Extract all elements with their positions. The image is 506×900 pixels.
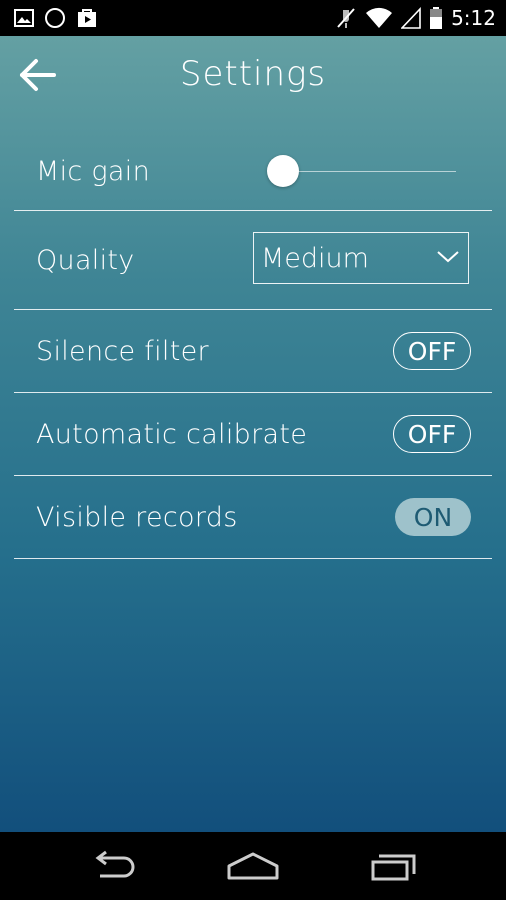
battery-icon bbox=[430, 7, 443, 29]
visible-records-label: Visible records bbox=[36, 501, 238, 533]
mic-gain-slider[interactable] bbox=[256, 132, 456, 210]
home-nav-icon[interactable] bbox=[226, 850, 280, 882]
mute-icon bbox=[337, 8, 355, 28]
mic-gain-row: Mic gain bbox=[14, 132, 492, 211]
automatic-calibrate-toggle[interactable]: OFF bbox=[393, 415, 471, 453]
visible-records-row: Visible records ON bbox=[14, 476, 492, 559]
mic-gain-label: Mic gain bbox=[36, 155, 150, 187]
wifi-icon bbox=[366, 7, 393, 28]
play-store-icon bbox=[78, 9, 96, 27]
header: Settings bbox=[0, 36, 506, 114]
signal-icon bbox=[401, 7, 421, 29]
quality-select[interactable]: Medium bbox=[253, 232, 469, 284]
settings-screen: Settings Mic gain Quality Medium Silence… bbox=[0, 36, 506, 832]
navigation-bar bbox=[0, 832, 506, 900]
status-left-icons bbox=[0, 7, 98, 29]
slider-thumb[interactable] bbox=[267, 155, 300, 187]
quality-row: Quality Medium bbox=[14, 211, 492, 310]
status-bar: 5:12 bbox=[0, 0, 506, 36]
silence-filter-label: Silence filter bbox=[36, 335, 209, 367]
image-icon bbox=[14, 9, 34, 27]
recents-nav-icon[interactable] bbox=[370, 850, 420, 882]
chevron-down-icon bbox=[437, 251, 459, 263]
automatic-calibrate-label: Automatic calibrate bbox=[36, 418, 308, 450]
visible-records-toggle[interactable]: ON bbox=[395, 498, 471, 536]
quality-selected-value: Medium bbox=[261, 242, 369, 274]
silence-filter-row: Silence filter OFF bbox=[14, 310, 492, 393]
quality-label: Quality bbox=[36, 244, 135, 276]
status-time: 5:12 bbox=[451, 6, 496, 30]
back-nav-icon[interactable] bbox=[88, 850, 138, 882]
circle-icon bbox=[45, 8, 65, 28]
page-title: Settings bbox=[179, 54, 327, 94]
silence-filter-toggle[interactable]: OFF bbox=[393, 332, 471, 370]
status-right-icons: 5:12 bbox=[335, 6, 506, 30]
automatic-calibrate-row: Automatic calibrate OFF bbox=[14, 393, 492, 476]
